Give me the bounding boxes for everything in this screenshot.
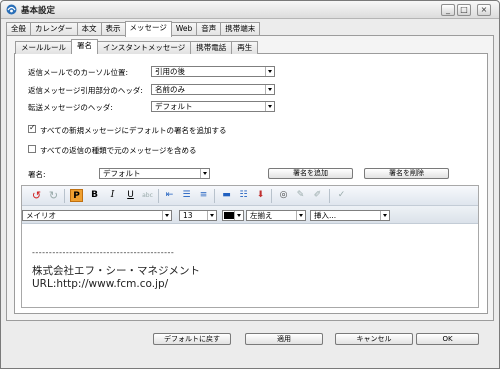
cursor-position-select[interactable]: 引用の後: [151, 66, 275, 77]
subtab-mobile-phone[interactable]: 携帯電話: [190, 41, 233, 54]
window-title: 基本設定: [21, 6, 56, 16]
font-family-select[interactable]: メイリオ: [22, 210, 172, 221]
chevron-down-icon: [162, 211, 171, 220]
toolbar-divider: [214, 189, 215, 203]
pen-icon[interactable]: ✐: [311, 189, 324, 202]
cursor-position-value: 引用の後: [155, 67, 185, 76]
add-signature-checkbox[interactable]: [28, 123, 36, 133]
numbered-list-icon[interactable]: ☰: [180, 189, 193, 202]
chevron-down-icon: [200, 169, 209, 178]
format-toolbar: ↺ ↻ P B I U abc ⇤ ☰ ≡ ▬ ☷ ⬇ ◎ ✎ ✐ ✓: [22, 186, 478, 206]
font-color-select[interactable]: [222, 210, 244, 221]
forward-header-value: デフォルト: [155, 102, 193, 111]
tab-sound[interactable]: 音声: [196, 22, 222, 36]
chevron-down-icon: [380, 211, 389, 220]
alignment-select[interactable]: 左揃え: [246, 210, 306, 221]
subtab-playback[interactable]: 再生: [231, 41, 259, 54]
chevron-down-icon: [265, 67, 274, 76]
source-icon[interactable]: ◎: [277, 189, 290, 202]
tab-web[interactable]: Web: [170, 22, 198, 36]
app-logo-icon: [6, 4, 17, 15]
tab-body[interactable]: 本文: [76, 22, 102, 36]
minimize-button[interactable]: _: [441, 4, 455, 16]
minimize-icon: _: [446, 5, 450, 14]
add-signature-button[interactable]: 署名を追加: [268, 168, 353, 179]
signature-separator-line: ----------------------------------------…: [32, 248, 175, 257]
restore-defaults-button[interactable]: デフォルトに戻す: [153, 333, 231, 345]
close-button[interactable]: ×: [477, 4, 491, 16]
cursor-position-label: 返信メールでのカーソル位置:: [28, 68, 129, 77]
chevron-down-icon: [265, 102, 274, 111]
chevron-down-icon: [207, 211, 216, 220]
toolbar-divider: [158, 189, 159, 203]
toolbar-divider: [329, 189, 330, 203]
font-toolbar: メイリオ 13 左揃え 挿入...: [22, 206, 478, 224]
insert-arrow-icon[interactable]: ⬇: [254, 189, 267, 202]
subtab-signature[interactable]: 署名: [71, 39, 98, 54]
paragraph-icon[interactable]: P: [70, 189, 83, 202]
chevron-down-icon: [265, 85, 274, 94]
insert-value: 挿入...: [314, 211, 337, 220]
tab-general[interactable]: 全般: [6, 22, 31, 36]
include-original-label: すべての返信の種類で元のメッセージを含める: [40, 146, 197, 155]
font-size-select[interactable]: 13: [179, 210, 217, 221]
ok-button[interactable]: OK: [416, 333, 479, 345]
reply-header-label: 返信メッセージ引用部分のヘッダ:: [28, 86, 143, 95]
undo-icon[interactable]: ↺: [30, 189, 43, 202]
tab-calendar[interactable]: カレンダー: [30, 22, 78, 36]
edit-icon[interactable]: ✎: [294, 189, 307, 202]
settings-window: 基本設定 _ □ × 全般 カレンダー 本文 表示 メッセージ Web 音声 携…: [0, 0, 500, 369]
signature-value: デフォルト: [103, 169, 141, 178]
forward-header-select[interactable]: デフォルト: [151, 101, 275, 112]
top-tab-bar: 全般 カレンダー 本文 表示 メッセージ Web 音声 携帯端末: [6, 21, 261, 37]
tab-message[interactable]: メッセージ: [124, 21, 172, 37]
strikethrough-icon[interactable]: abc: [141, 189, 154, 202]
reply-header-value: 名前のみ: [155, 85, 185, 94]
toolbar-divider: [271, 189, 272, 203]
toolbar-divider: [64, 189, 65, 203]
close-icon: ×: [480, 5, 488, 14]
spellcheck-icon[interactable]: ✓: [335, 189, 348, 202]
chevron-down-icon: [234, 211, 243, 220]
maximize-button[interactable]: □: [457, 4, 471, 16]
font-family-value: メイリオ: [26, 211, 56, 220]
title-bar[interactable]: 基本設定 _ □ ×: [1, 1, 499, 19]
bold-icon[interactable]: B: [88, 189, 101, 202]
redo-icon[interactable]: ↻: [47, 189, 60, 202]
sub-tab-bar: メールルール 署名 インスタントメッセージ 携帯電話 再生: [15, 39, 259, 54]
insert-select[interactable]: 挿入...: [310, 210, 390, 221]
font-size-value: 13: [183, 211, 193, 220]
alignment-value: 左揃え: [250, 211, 273, 220]
signature-label: 署名:: [28, 170, 46, 179]
horizontal-rule-icon[interactable]: ▬: [220, 189, 233, 202]
subtab-mail-rules[interactable]: メールルール: [15, 41, 72, 54]
tab-display[interactable]: 表示: [100, 22, 126, 36]
delete-signature-button[interactable]: 署名を削除: [364, 168, 449, 179]
add-signature-label: すべての新規メッセージにデフォルトの署名を追加する: [40, 126, 227, 135]
signature-company-name: 株式会社エフ・シー・マネジメント: [32, 265, 200, 277]
apply-button[interactable]: 適用: [245, 333, 323, 345]
forward-header-label: 転送メッセージのヘッダ:: [28, 103, 113, 112]
bullet-list-icon[interactable]: ≡: [197, 189, 210, 202]
italic-icon[interactable]: I: [106, 189, 119, 202]
subtab-instant-message[interactable]: インスタントメッセージ: [97, 41, 192, 54]
maximize-icon: □: [460, 5, 468, 14]
outdent-icon[interactable]: ⇤: [163, 189, 176, 202]
chevron-down-icon: [296, 211, 305, 220]
signature-url: URL:http://www.fcm.co.jp/: [32, 278, 169, 290]
align-icon[interactable]: ☷: [237, 189, 250, 202]
include-original-checkbox[interactable]: [28, 145, 36, 153]
cancel-button[interactable]: キャンセル: [335, 333, 413, 345]
underline-icon[interactable]: U: [124, 189, 137, 202]
tab-mobile[interactable]: 携帯端末: [220, 22, 261, 36]
reply-header-select[interactable]: 名前のみ: [151, 84, 275, 95]
signature-select[interactable]: デフォルト: [99, 168, 210, 179]
